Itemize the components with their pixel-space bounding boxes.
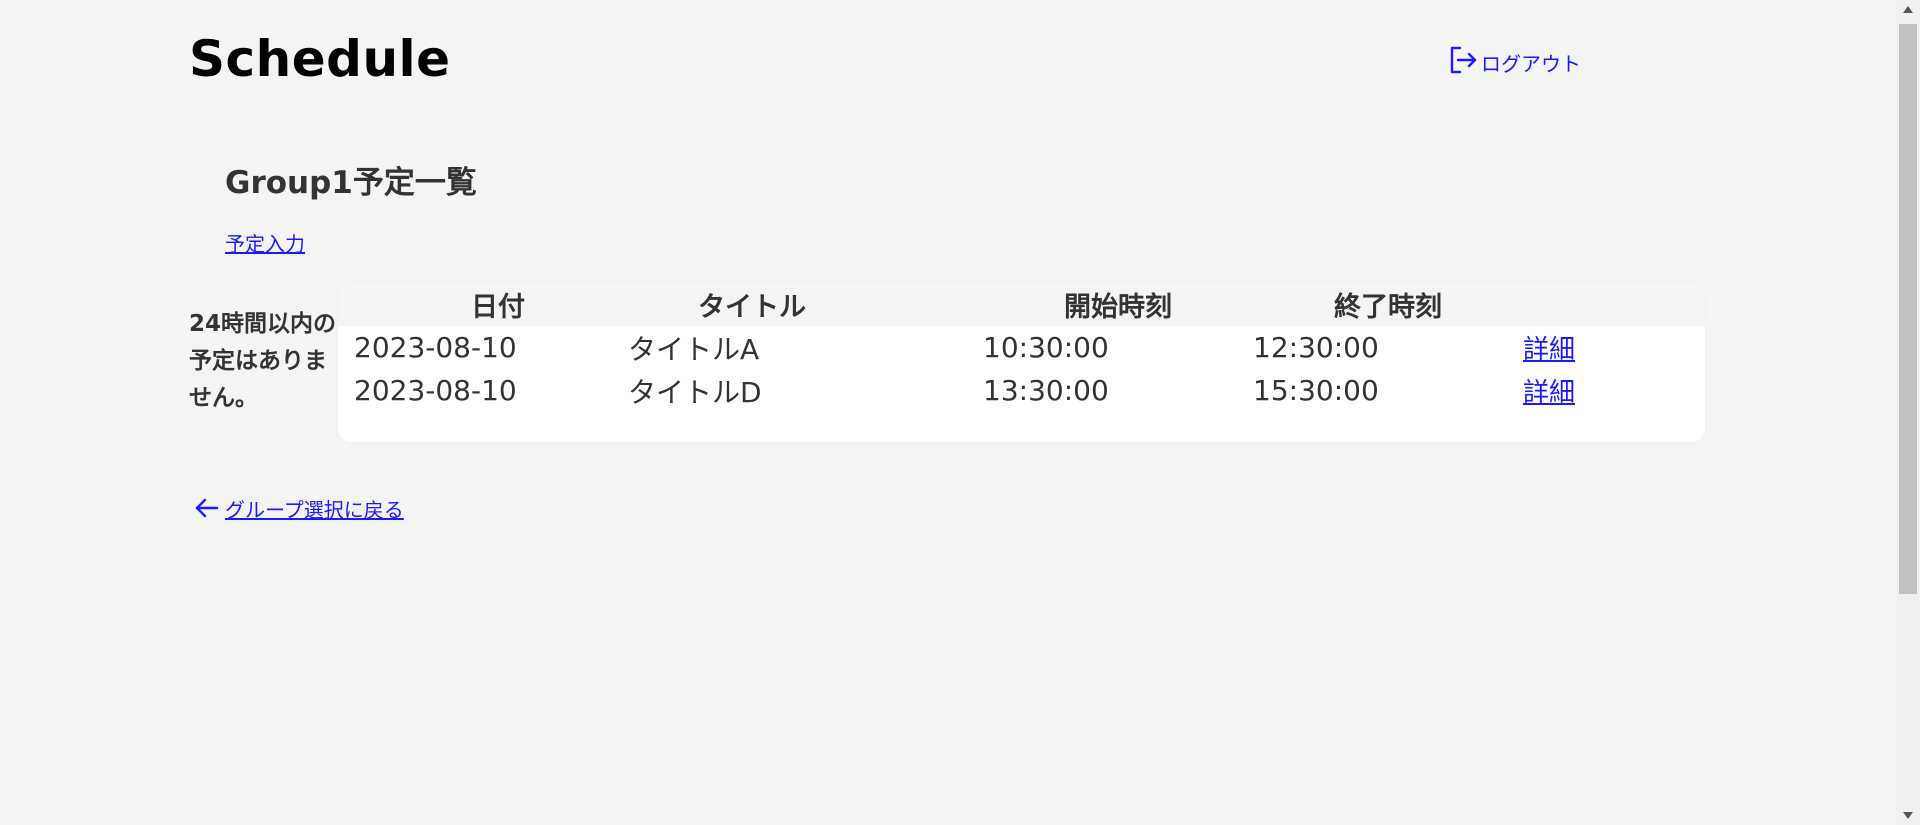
group-heading: Group1予定一覧 <box>225 165 477 201</box>
detail-link[interactable]: 詳細 <box>1523 378 1575 408</box>
cell-start: 13:30:00 <box>983 374 1109 407</box>
table-row: 2023-08-10 タイトルA 10:30:00 12:30:00 詳細 <box>338 326 1705 369</box>
column-header-start: 開始時刻 <box>1064 291 1172 323</box>
cell-action: 詳細 <box>1523 369 1705 412</box>
scroll-up-icon[interactable] <box>1903 6 1913 13</box>
scroll-down-icon[interactable] <box>1903 812 1913 819</box>
table-row: 2023-08-10 タイトルD 13:30:00 15:30:00 詳細 <box>338 369 1705 412</box>
column-header-title: タイトル <box>698 291 806 323</box>
cell-action: 詳細 <box>1523 326 1705 369</box>
cell-end: 12:30:00 <box>1253 331 1379 364</box>
cell-date: 2023-08-10 <box>354 331 517 364</box>
back-to-group-select-link[interactable]: グループ選択に戻る <box>193 494 404 522</box>
logout-icon <box>1450 46 1477 74</box>
scroll-thumb[interactable] <box>1899 24 1917 594</box>
schedule-input-link[interactable]: 予定入力 <box>225 228 305 257</box>
schedule-table-card: 日付 タイトル 開始時刻 終了時刻 2023-08-10 タイトルA 10:30… <box>338 282 1705 442</box>
back-label: グループ選択に戻る <box>225 498 404 522</box>
column-header-action <box>1523 282 1705 326</box>
cell-date: 2023-08-10 <box>354 374 517 407</box>
cell-title: タイトルD <box>628 375 762 409</box>
logout-link[interactable]: ログアウト <box>1447 44 1581 76</box>
table-header-row: 日付 タイトル 開始時刻 終了時刻 <box>338 282 1705 326</box>
no-schedule-note: 24時間以内の予定はありません。 <box>189 311 337 411</box>
page: Schedule ログアウト Group1予定一覧 予定入力 24時間以内の予定… <box>0 0 1920 825</box>
detail-link[interactable]: 詳細 <box>1523 335 1575 365</box>
cell-end: 15:30:00 <box>1253 374 1379 407</box>
column-header-date: 日付 <box>471 291 525 323</box>
cell-start: 10:30:00 <box>983 331 1109 364</box>
schedule-table: 日付 タイトル 開始時刻 終了時刻 2023-08-10 タイトルA 10:30… <box>338 282 1705 412</box>
column-header-end: 終了時刻 <box>1334 291 1442 323</box>
vertical-scrollbar[interactable] <box>1896 0 1920 825</box>
logout-label: ログアウト <box>1481 52 1581 76</box>
cell-title: タイトルA <box>628 332 760 366</box>
app-title: Schedule <box>189 30 451 88</box>
arrow-left-icon <box>195 498 219 518</box>
